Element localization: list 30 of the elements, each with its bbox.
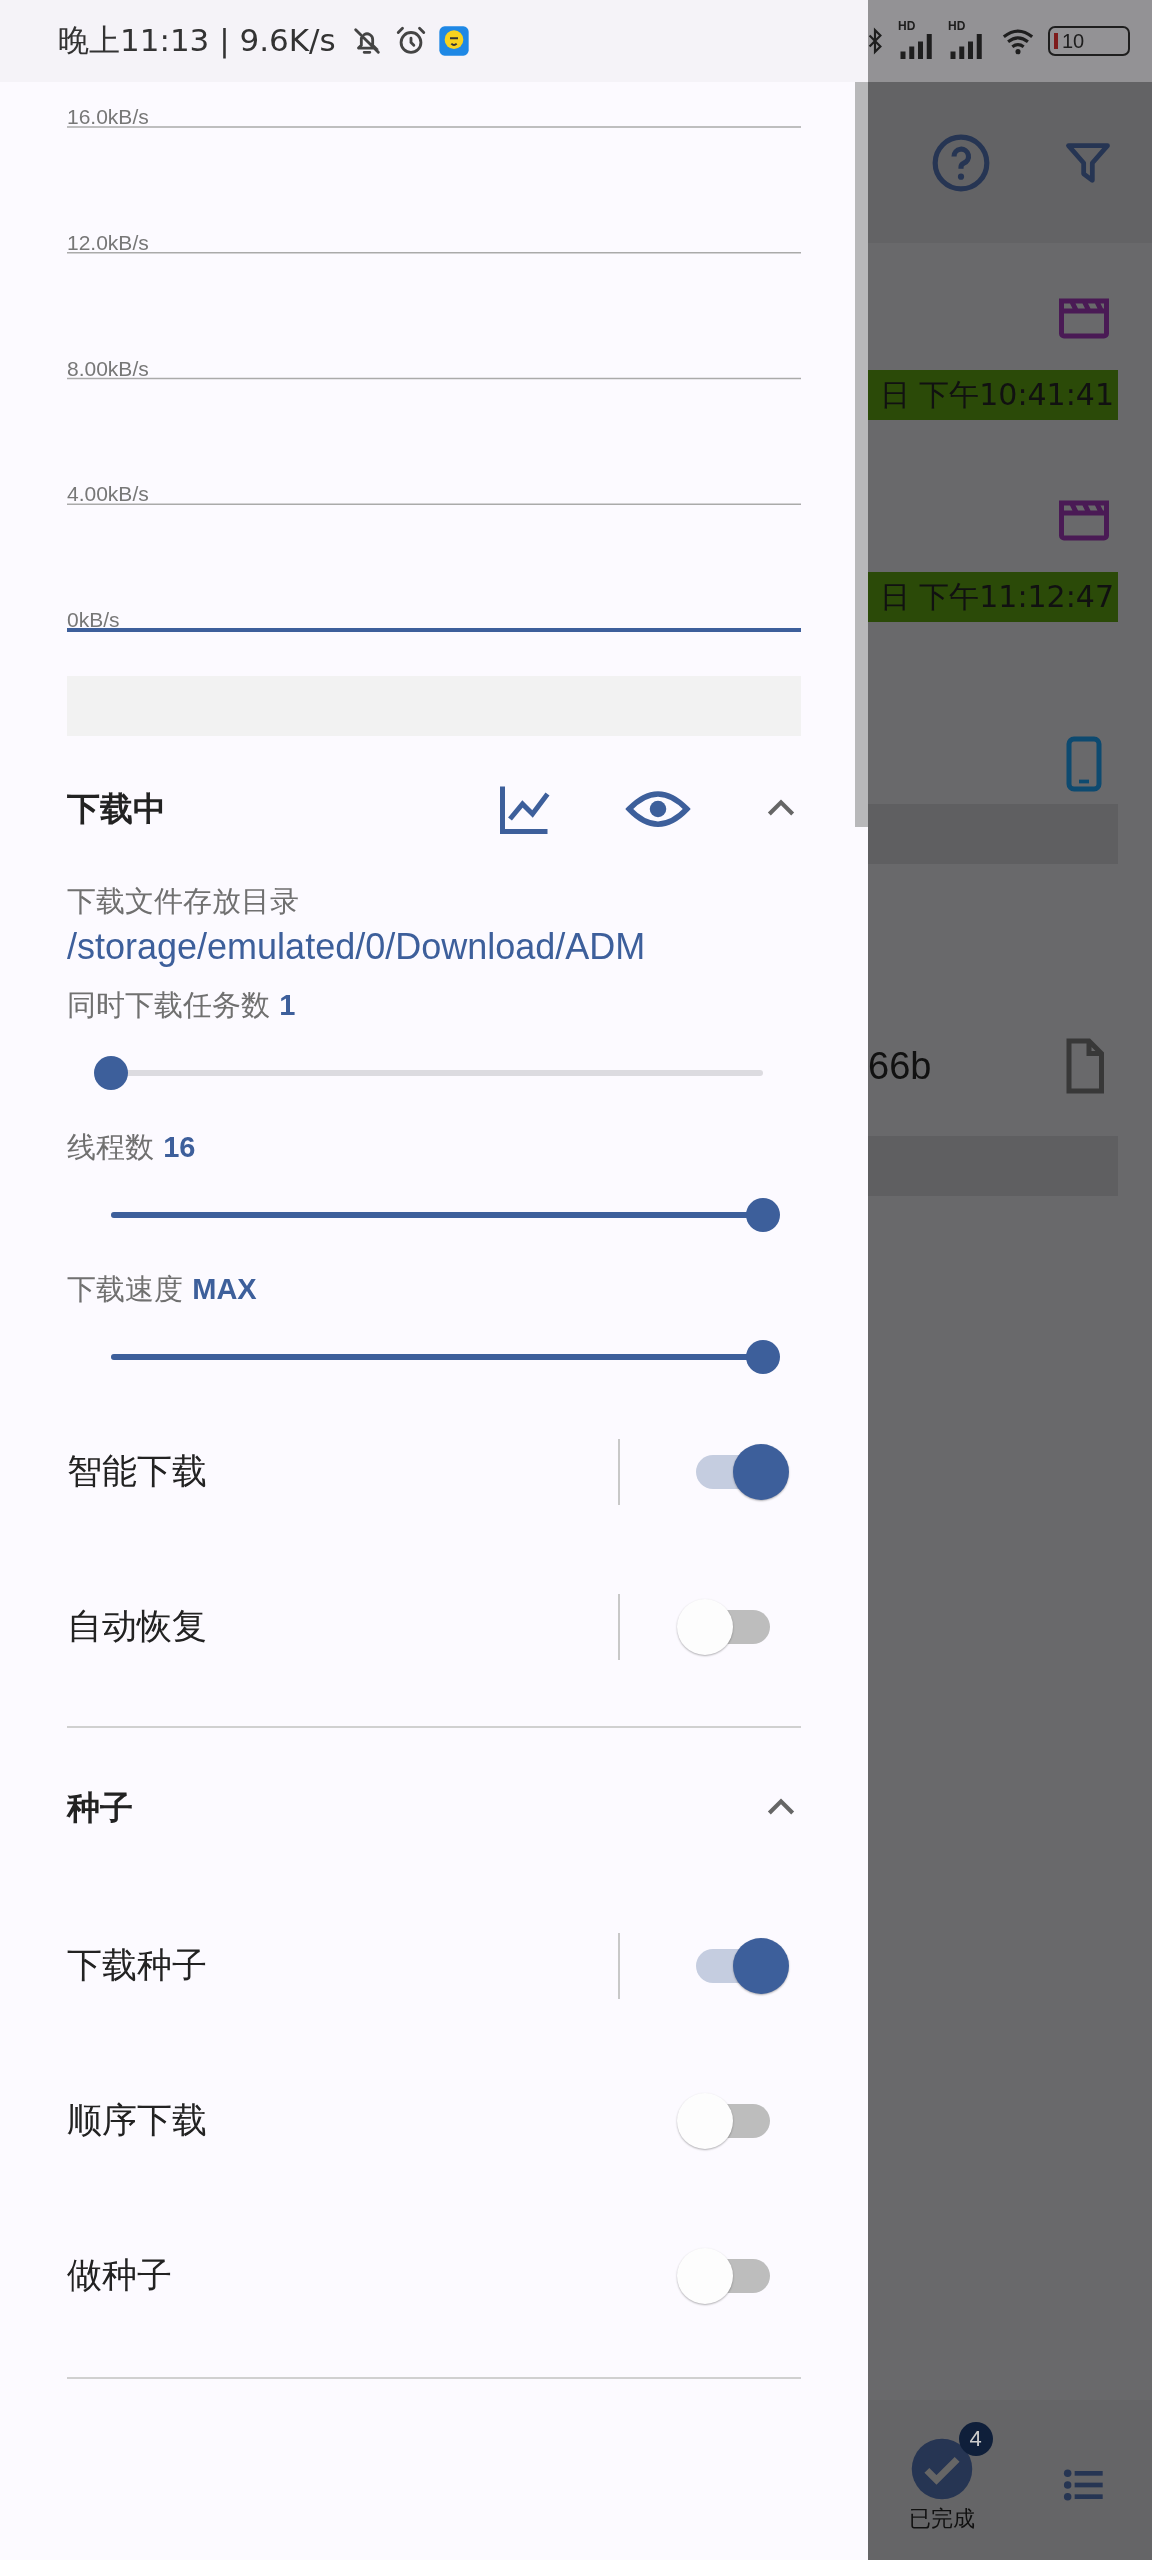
battery-icon: 10	[1048, 26, 1130, 56]
setting-label: 线程数	[67, 1130, 154, 1164]
status-time-speed: 晚上11:13 | 9.6K/s	[58, 21, 336, 61]
count-badge: 4	[958, 2422, 993, 2456]
setting-label: 做种子	[67, 2254, 172, 2297]
section-title: 种子	[67, 1786, 133, 1829]
section-title: 下载中	[67, 787, 166, 830]
axis-label: 16.0kB/s	[67, 105, 149, 128]
axis-label: 8.00kB/s	[67, 356, 149, 380]
file-name: 66b	[868, 1044, 932, 1088]
setting-label: 顺序下载	[67, 2099, 207, 2142]
slider-thumb[interactable]	[746, 1340, 780, 1374]
slider-thumb[interactable]	[94, 1056, 128, 1090]
app-icon	[437, 25, 470, 57]
timestamp-label: 日 下午10:41:41	[868, 370, 1118, 420]
axis-label: 12.0kB/s	[67, 230, 149, 254]
setting-value: MAX	[192, 1273, 257, 1305]
directory-label: 下载文件存放目录	[67, 883, 300, 920]
setting-label: 下载速度	[67, 1272, 183, 1306]
setting-label: 自动恢复	[67, 1605, 207, 1648]
timestamp-label: 日 下午11:12:47	[868, 572, 1118, 622]
axis-label: 4.00kB/s	[67, 482, 149, 506]
setting-label: 智能下载	[67, 1450, 207, 1493]
setting-label: 同时下载任务数	[67, 988, 270, 1022]
slider-thumb[interactable]	[746, 1198, 780, 1232]
setting-value: 16	[163, 1131, 196, 1163]
setting-value: 1	[279, 989, 296, 1021]
axis-label: 0kB/s	[67, 608, 120, 631]
setting-label: 下载种子	[67, 1944, 207, 1987]
directory-path[interactable]: /storage/emulated/0/Download/ADM	[67, 926, 801, 968]
